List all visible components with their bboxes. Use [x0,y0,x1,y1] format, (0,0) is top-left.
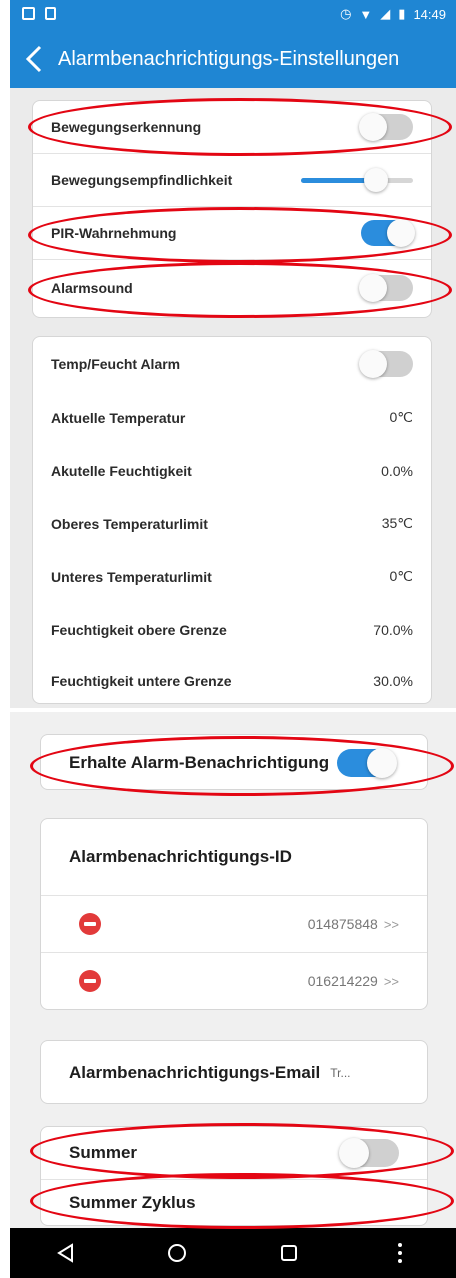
motion-detection-label: Bewegungserkennung [51,119,202,135]
email-value: Tr... [330,1066,351,1080]
current-humidity-label: Akutelle Feuchtigkeit [51,462,192,479]
alarm-sound-toggle[interactable] [359,274,413,302]
alarm-sound-label: Alarmsound [51,280,133,296]
buzzer-cycle-row[interactable]: Summer Zyklus [41,1180,427,1226]
pir-row: PIR-Wahrnehmung [33,207,431,259]
notification-id-value: 014875848 [307,916,378,932]
notification-label: Erhalte Alarm-Benachrichtigung [69,753,330,772]
slider-thumb[interactable] [364,168,389,192]
humidity-upper-value: 70.0% [373,621,413,638]
chevron-right-icon: >> [383,916,399,932]
back-button[interactable] [10,30,58,88]
humidity-lower-value: 30.0% [373,672,413,689]
remove-icon[interactable] [79,913,101,935]
motion-detection-toggle[interactable] [359,113,413,141]
top-screen: ◷ ▼ ◢ ▮ 14:49 Alarmbenachrichtigungs-Ein… [10,0,456,708]
circle-home-icon [168,1244,187,1262]
remove-icon[interactable] [79,970,101,992]
image-icon [22,7,35,20]
temp-alarm-toggle[interactable] [359,350,413,378]
current-humidity-row: Akutelle Feuchtigkeit 0.0% [33,444,431,497]
nav-back-button[interactable] [46,1233,86,1273]
app-bar: Alarmbenachrichtigungs-Einstellungen [10,30,456,88]
buzzer-label: Summer [69,1143,138,1162]
back-arrow-icon [25,45,42,73]
notification-card: Erhalte Alarm-Benachrichtigung [40,734,428,790]
alarm-sound-row: Alarmsound [33,260,431,316]
triangle-back-icon [56,1243,73,1263]
pir-toggle[interactable] [361,219,415,247]
notification-id-item[interactable]: 014875848 >> [41,896,427,952]
notification-toggle[interactable] [337,748,398,778]
email-card: Alarmbenachrichtigungs-Email Tr... [40,1040,428,1104]
current-temp-value: 0℃ [389,409,413,425]
current-temp-row: Aktuelle Temperatur 0℃ [33,391,431,444]
status-bar: ◷ ▼ ◢ ▮ 14:49 [10,0,456,30]
alarm-clock-icon: ◷ [340,6,352,21]
email-row[interactable]: Alarmbenachrichtigungs-Email Tr... [41,1041,427,1105]
current-humidity-value: 0.0% [381,462,413,479]
battery-icon: ▮ [398,6,406,21]
motion-sensitivity-row: Bewegungsempfindlichkeit [33,154,431,206]
motion-card: Bewegungserkennung Bewegungsempfindlichk… [32,100,432,318]
square-recents-icon [280,1245,297,1261]
temp-alarm-row: Temp/Feucht Alarm [33,337,431,391]
notification-id-card: Alarmbenachrichtigungs-ID 014875848 >> 0… [40,818,428,1010]
buzzer-toggle[interactable] [339,1138,399,1168]
notification-id-title: Alarmbenachrichtigungs-ID [69,847,292,866]
more-vert-icon [398,1243,403,1263]
notification-id-header: Alarmbenachrichtigungs-ID [41,819,427,895]
temperature-card: Temp/Feucht Alarm Aktuelle Temperatur 0℃… [32,336,432,704]
nav-home-button[interactable] [157,1233,197,1273]
signal-icon: ◢ [380,6,391,21]
lower-temp-value: 0℃ [389,568,413,584]
humidity-lower-label: Feuchtigkeit untere Grenze [51,672,232,689]
temp-alarm-label: Temp/Feucht Alarm [51,356,181,372]
notification-id-value: 016214229 [307,973,378,989]
buzzer-row: Summer [41,1127,427,1179]
pir-label: PIR-Wahrnehmung [51,225,177,241]
sensitivity-slider[interactable] [301,167,413,193]
upper-temp-row[interactable]: Oberes Temperaturlimit 35℃ [33,497,431,550]
nav-recents-button[interactable] [269,1233,309,1273]
humidity-upper-label: Feuchtigkeit obere Grenze [51,621,227,638]
page-title: Alarmbenachrichtigungs-Einstellungen [58,47,400,70]
buzzer-card: Summer Summer Zyklus [40,1126,428,1226]
motion-detection-row: Bewegungserkennung [33,101,431,153]
sim-icon [45,7,56,20]
buzzer-cycle-label: Summer Zyklus [69,1193,196,1212]
nav-menu-button[interactable] [380,1233,420,1273]
lower-temp-row[interactable]: Unteres Temperaturlimit 0℃ [33,550,431,603]
humidity-lower-row[interactable]: Feuchtigkeit untere Grenze 30.0% [33,656,431,705]
motion-sensitivity-label: Bewegungsempfindlichkeit [51,172,233,188]
chevron-right-icon: >> [383,973,399,989]
upper-temp-label: Oberes Temperaturlimit [51,515,208,532]
system-nav-bar [10,1228,456,1278]
status-time: 14:49 [413,6,446,22]
current-temp-label: Aktuelle Temperatur [51,409,186,426]
upper-temp-value: 35℃ [381,515,413,531]
notification-row: Erhalte Alarm-Benachrichtigung [41,735,427,791]
bottom-screen: Erhalte Alarm-Benachrichtigung Alarmbena… [10,712,456,1278]
lower-temp-label: Unteres Temperaturlimit [51,568,212,585]
notification-id-item[interactable]: 016214229 >> [41,953,427,1009]
wifi-icon: ▼ [359,6,373,22]
humidity-upper-row[interactable]: Feuchtigkeit obere Grenze 70.0% [33,603,431,656]
email-label: Alarmbenachrichtigungs-Email [69,1063,321,1082]
